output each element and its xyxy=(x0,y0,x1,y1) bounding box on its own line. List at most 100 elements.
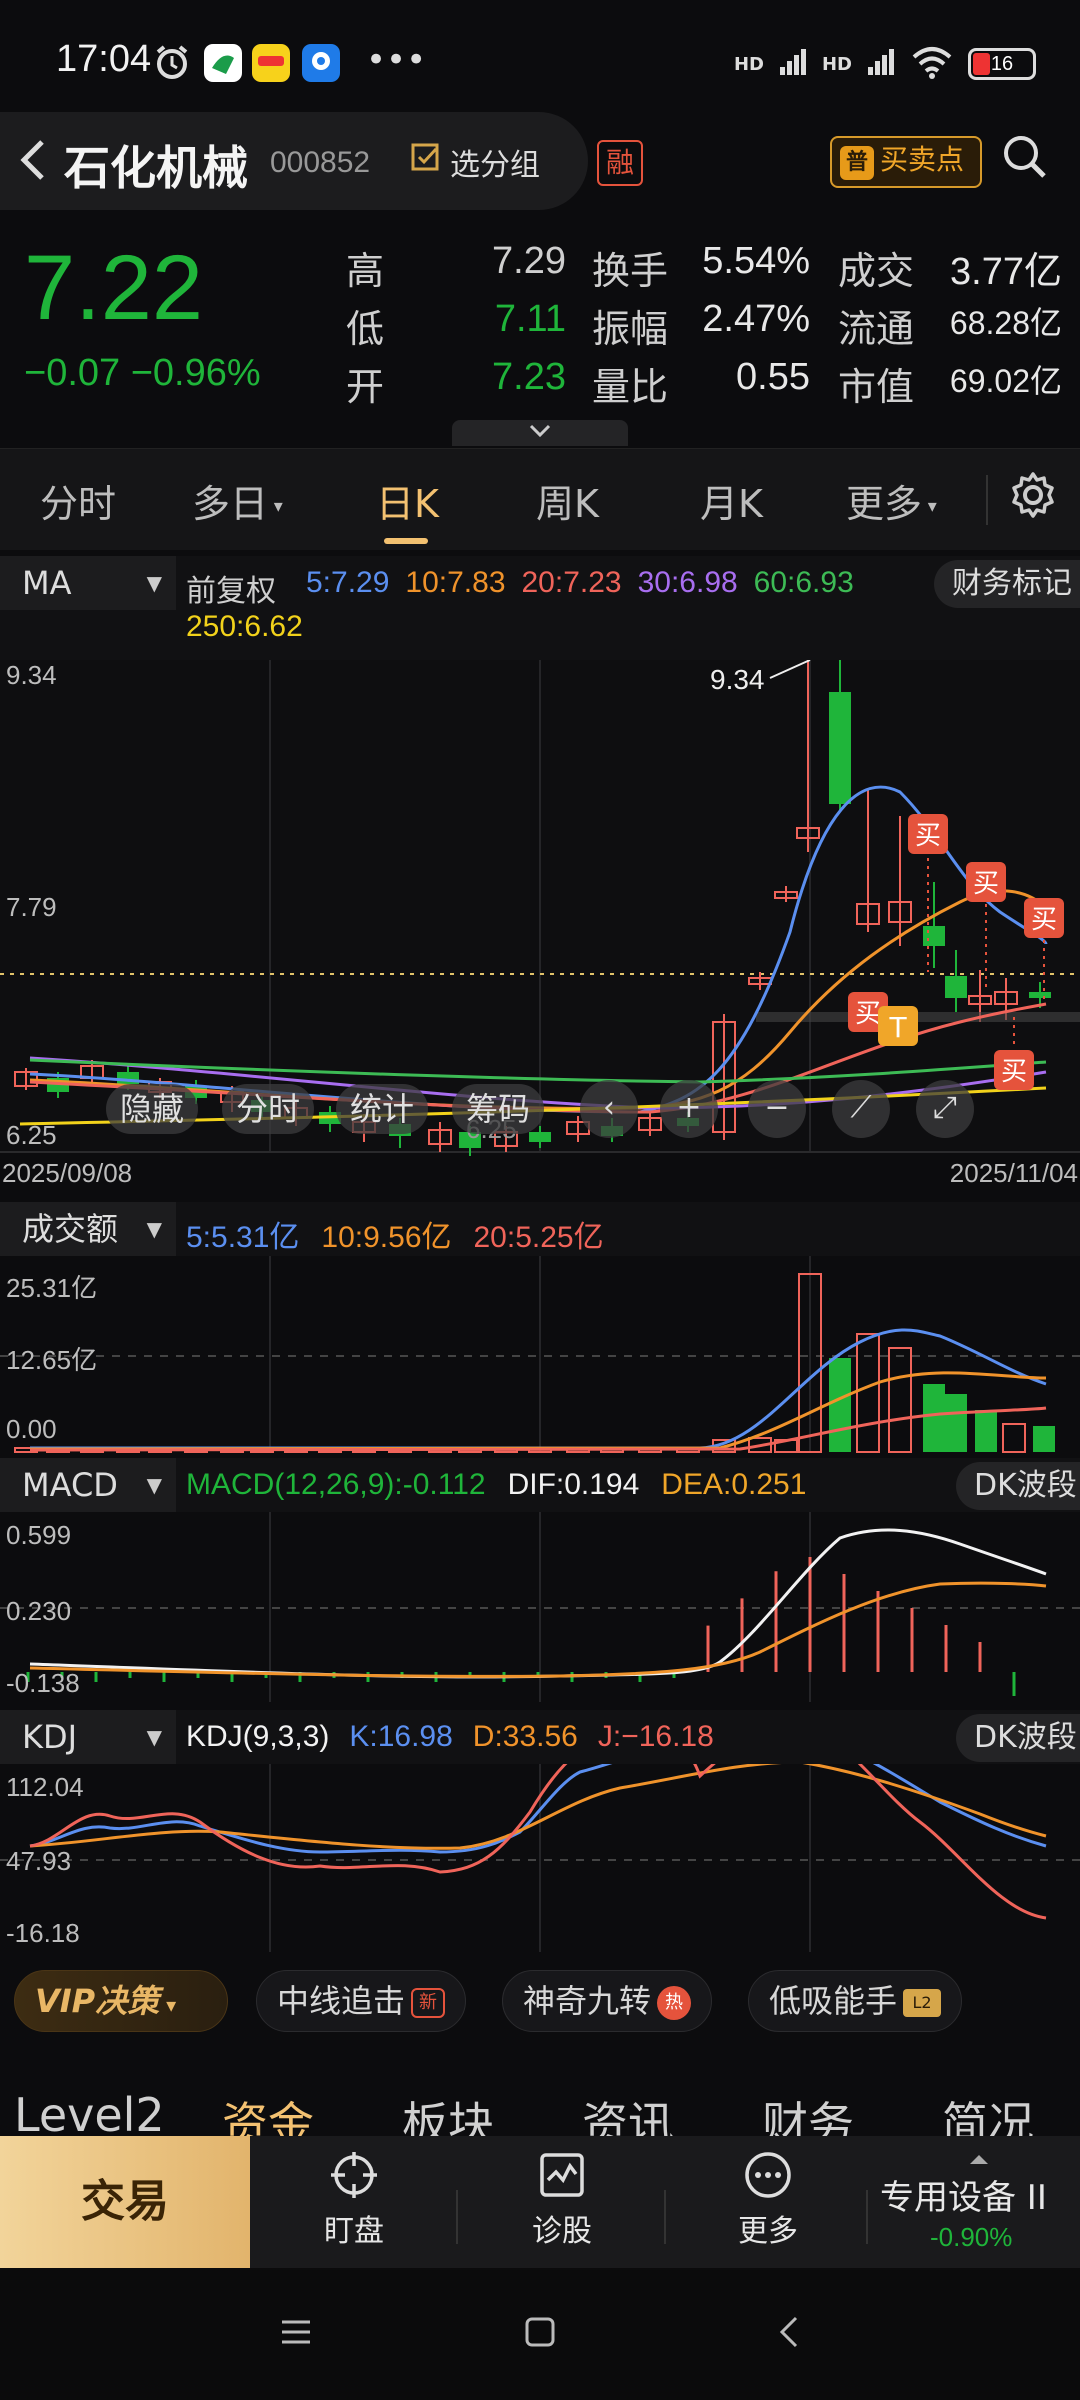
battery-icon: 16 xyxy=(968,48,1036,80)
low-absorb-button[interactable]: 低吸能手 L2 xyxy=(748,1970,963,2032)
quote-value: 68.28亿 xyxy=(949,305,1062,341)
date-start: 2025/09/08 xyxy=(2,1158,133,1188)
volume-ma20 xyxy=(29,1406,1047,1452)
info-tabs: Level2 资金 板块 资讯 财务 简况 xyxy=(0,2058,1080,2151)
tab-more[interactable]: 更多 ▾ xyxy=(846,473,937,528)
menu-icon[interactable] xyxy=(278,2314,314,2354)
current-price: 7.22 xyxy=(24,237,204,339)
zoom-in-icon[interactable]: + xyxy=(660,1080,718,1138)
candle-body xyxy=(829,692,851,804)
volume-ma-value-1: 10:9.56亿 xyxy=(321,1221,452,1254)
price-axis-mid: 7.79 xyxy=(6,892,57,922)
volume-ma10 xyxy=(29,1371,1047,1451)
macd-selector[interactable]: MACD ▼ xyxy=(0,1458,176,1512)
vip-decision-button[interactable]: VIP决策 ▾ xyxy=(14,1970,228,2032)
financial-marks-button[interactable]: 财务标记 xyxy=(934,560,1080,608)
volume-bar xyxy=(888,1347,912,1453)
home-icon[interactable] xyxy=(522,2314,558,2354)
expand-quote-button[interactable] xyxy=(452,420,628,446)
zoom-out-icon[interactable]: − xyxy=(748,1080,806,1138)
quote-value: 2.47% xyxy=(702,298,810,340)
margin-trading-badge: 融 xyxy=(597,140,643,186)
divider xyxy=(456,2190,458,2244)
hot-badge: 热 xyxy=(657,1986,692,2020)
tab-multiday[interactable]: 多日 ▾ xyxy=(192,473,283,528)
kdj-value-2: D:33.56 xyxy=(472,1720,578,1753)
dropdown-icon: ▾ xyxy=(159,1993,177,2017)
divider xyxy=(664,2190,666,2244)
dif-line xyxy=(29,1528,1047,1679)
period-tabs: 分时 多日 ▾ 日K 周K 月K 更多 ▾ xyxy=(0,448,1080,550)
expand-up-icon[interactable] xyxy=(968,2150,990,2171)
hide-overlay-button[interactable]: 隐藏 xyxy=(106,1084,199,1134)
macd-value-2: DEA:0.251 xyxy=(661,1468,807,1501)
sector-change: -0.90% xyxy=(930,2222,1013,2252)
dk-band-button-kdj[interactable]: DK波段 xyxy=(956,1714,1080,1762)
dk-band-button-macd[interactable]: DK波段 xyxy=(956,1462,1080,1510)
crosshair-icon xyxy=(331,2152,377,2198)
diagnose-button[interactable]: 诊股 xyxy=(492,2150,632,2250)
tab-weekly-k[interactable]: 周K xyxy=(536,473,599,528)
tab-divider xyxy=(986,475,988,525)
price-change: −0.07 −0.96% xyxy=(24,352,261,394)
chips-overlay-button[interactable]: 筹码 xyxy=(452,1084,545,1134)
pu-icon: 普 xyxy=(840,146,874,180)
tab-level2[interactable]: Level2 xyxy=(14,2088,165,2142)
fullscreen-icon[interactable]: ⤢ xyxy=(916,1080,974,1138)
search-icon[interactable] xyxy=(1000,132,1050,186)
buy-sell-points-button[interactable]: 普买卖点 xyxy=(830,136,982,188)
status-bar: 17:04 ••• HD HD 16 xyxy=(0,0,1080,120)
quote-label: 量比 xyxy=(592,365,669,409)
midline-chase-button[interactable]: 中线追击新 xyxy=(256,1970,467,2032)
dropdown-icon: ▾ xyxy=(922,496,937,517)
checkbox-icon xyxy=(410,142,442,182)
prev-arrow-icon[interactable]: ‹ xyxy=(580,1080,638,1138)
candle-body xyxy=(1029,992,1051,998)
signal-icon xyxy=(778,47,808,81)
level2-badge: L2 xyxy=(903,1989,942,2017)
statistics-overlay-button[interactable]: 统计 xyxy=(336,1084,429,1134)
trade-button[interactable]: 交易 xyxy=(0,2136,250,2268)
volume-selector[interactable]: 成交额 ▼ xyxy=(0,1202,176,1256)
volume-axis-low: 0.00 xyxy=(6,1414,57,1444)
macd-value-0: MACD(12,26,9):-0.112 xyxy=(186,1468,486,1501)
settings-gear-icon[interactable] xyxy=(1008,470,1058,524)
chevron-down-icon xyxy=(529,424,551,438)
volume-bar xyxy=(975,1410,997,1452)
volume-ma-value-2: 20:5.25亿 xyxy=(473,1221,604,1254)
watch-button[interactable]: 盯盘 xyxy=(284,2150,424,2250)
magic-nine-button[interactable]: 神奇九转热 xyxy=(502,1970,713,2032)
macd-axis-low: -0.138 xyxy=(6,1668,80,1698)
dropdown-icon: ▼ xyxy=(146,1725,162,1749)
date-end: 2025/11/04 xyxy=(949,1158,1078,1188)
signal-2-hd: HD xyxy=(821,53,852,75)
quote-value: 5.54% xyxy=(702,240,810,282)
quote-value: 0.55 xyxy=(736,356,810,398)
draw-line-icon[interactable]: ⟋ xyxy=(832,1080,890,1138)
back-arrow-icon[interactable] xyxy=(14,136,54,196)
buy-sell-label: 买卖点 xyxy=(880,143,965,176)
back-nav-icon[interactable] xyxy=(772,2314,808,2354)
chart-area[interactable]: 买买买买T买 MA ▼ 前复权 250:6.62 财务标记 9.34 7.79 6… xyxy=(0,552,1080,1952)
volume-bar xyxy=(945,1394,967,1452)
meituan-icon xyxy=(252,44,290,82)
tab-daily-k[interactable]: 日K xyxy=(376,473,439,528)
quote-value: 69.02亿 xyxy=(949,363,1062,399)
tab-monthly-k[interactable]: 月K xyxy=(700,473,763,528)
tab-fenshi[interactable]: 分时 xyxy=(40,473,116,528)
more-button[interactable]: 更多 xyxy=(698,2150,838,2250)
select-group-button[interactable]: 选分组 xyxy=(410,140,540,184)
wifi-icon xyxy=(910,45,954,83)
quote-label: 成交 xyxy=(838,249,915,293)
active-tab-indicator xyxy=(384,538,428,544)
ma-value-0: 5:7.29 xyxy=(306,566,390,599)
ma-selector[interactable]: MA ▼ xyxy=(0,556,176,610)
macd-value-1: DIF:0.194 xyxy=(507,1468,640,1501)
volume-axis-mid: 12.65亿 xyxy=(6,1345,98,1375)
kdj-selector[interactable]: KDJ ▼ xyxy=(0,1710,176,1764)
fenshi-overlay-button[interactable]: 分时 xyxy=(222,1084,315,1134)
quote-label: 高 xyxy=(346,249,385,293)
stock-code: 000852 xyxy=(270,146,371,179)
sector-name[interactable]: 专用设备 II xyxy=(880,2170,1047,2219)
ma-value-2: 20:7.23 xyxy=(521,566,622,599)
